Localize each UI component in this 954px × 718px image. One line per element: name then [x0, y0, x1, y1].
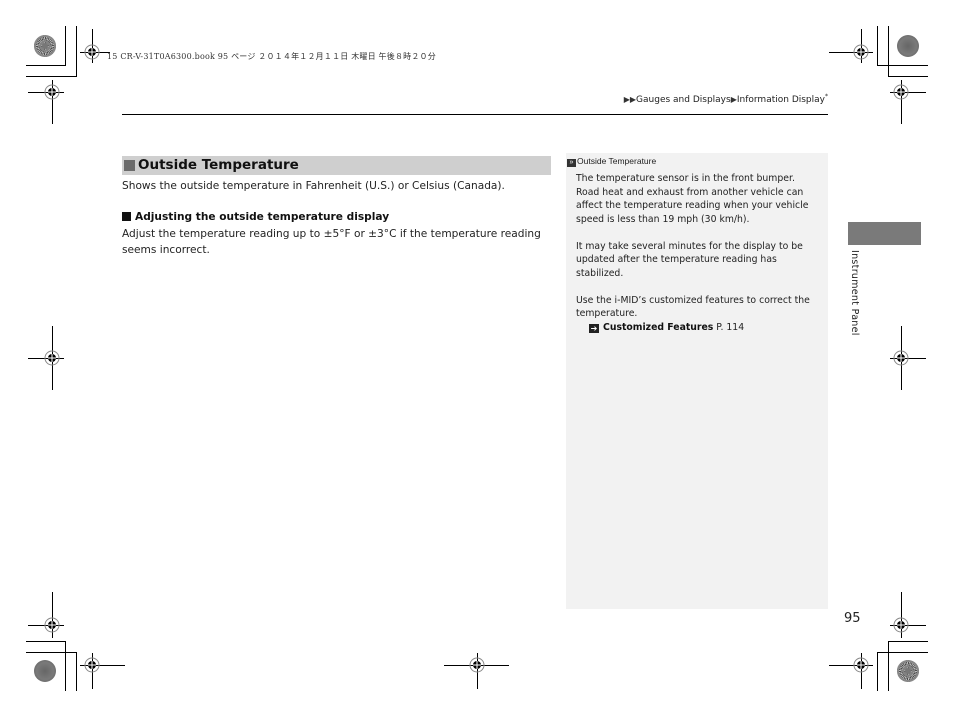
note-paragraph: The temperature sensor is in the front b…	[576, 173, 809, 225]
square-bullet-icon	[122, 212, 131, 221]
crop-line	[877, 652, 878, 691]
registration-target-icon	[83, 656, 101, 674]
arrow-right-icon: ➔	[589, 323, 599, 333]
section-title: Outside Temperature	[138, 157, 299, 173]
crop-line	[26, 65, 66, 66]
crop-line	[877, 65, 928, 66]
crop-line	[877, 26, 878, 66]
crop-line	[76, 652, 77, 691]
link-label: Customized Features	[603, 321, 714, 333]
registration-target-icon	[43, 616, 61, 634]
registration-target-icon	[852, 656, 870, 674]
customized-features-link[interactable]: ➔ Customized Features P. 114	[589, 321, 820, 335]
asterisk-mark: *	[825, 93, 828, 100]
color-target-icon	[34, 660, 56, 682]
registration-target-icon	[468, 656, 486, 674]
breadcrumb: ▶▶Gauges and Displays▶Information Displa…	[624, 93, 828, 105]
crop-line	[888, 26, 889, 76]
crop-line	[26, 76, 77, 77]
crop-line	[26, 652, 77, 653]
crop-line	[65, 641, 66, 691]
section-heading: Outside Temperature	[122, 156, 551, 175]
color-target-icon	[34, 35, 56, 57]
print-job-info: 15 CR-V-31T0A6300.book 95 ページ ２０１４年１２月１１…	[107, 52, 436, 61]
section-intro: Shows the outside temperature in Fahrenh…	[122, 180, 505, 192]
crop-line	[76, 26, 77, 76]
subsection-body: Adjust the temperature reading up to ±5°…	[122, 228, 541, 256]
double-chevron-icon: »	[567, 159, 576, 167]
crop-line	[888, 641, 889, 691]
crop-line	[888, 641, 928, 642]
page-number: 95	[844, 611, 861, 626]
color-target-icon	[897, 35, 919, 57]
note-paragraph: It may take several minutes for the disp…	[576, 240, 803, 279]
crop-line	[26, 641, 66, 642]
breadcrumb-item-information-display[interactable]: Information Display	[737, 95, 825, 105]
registration-target-icon	[892, 83, 910, 101]
link-page: P. 114	[716, 321, 745, 333]
subsection-title: Adjusting the outside temperature displa…	[135, 211, 390, 223]
registration-target-icon	[892, 349, 910, 367]
note-heading: » Outside Temperature	[567, 156, 656, 167]
subsection-heading: Adjusting the outside temperature displa…	[122, 211, 389, 223]
registration-target-icon	[892, 616, 910, 634]
side-note: » Outside Temperature The temperature sen…	[566, 153, 828, 609]
color-target-icon	[897, 660, 919, 682]
registration-target-icon	[83, 43, 101, 61]
crop-line	[65, 26, 66, 66]
chapter-tab-label: Instrument Panel	[849, 250, 860, 336]
registration-target-icon	[43, 83, 61, 101]
crop-line	[888, 76, 928, 77]
header-divider	[122, 114, 828, 115]
note-paragraph: Use the i-MID’s customized features to c…	[576, 294, 810, 320]
triangle-right-icon: ▶▶	[623, 95, 637, 104]
registration-target-icon	[43, 349, 61, 367]
crop-line	[877, 652, 928, 653]
breadcrumb-item-gauges[interactable]: Gauges and Displays	[636, 95, 731, 105]
chapter-tab[interactable]	[848, 222, 921, 245]
note-body: The temperature sensor is in the front b…	[576, 172, 820, 334]
square-bullet-icon	[124, 160, 135, 171]
note-title: Outside Temperature	[577, 156, 657, 166]
registration-target-icon	[852, 43, 870, 61]
